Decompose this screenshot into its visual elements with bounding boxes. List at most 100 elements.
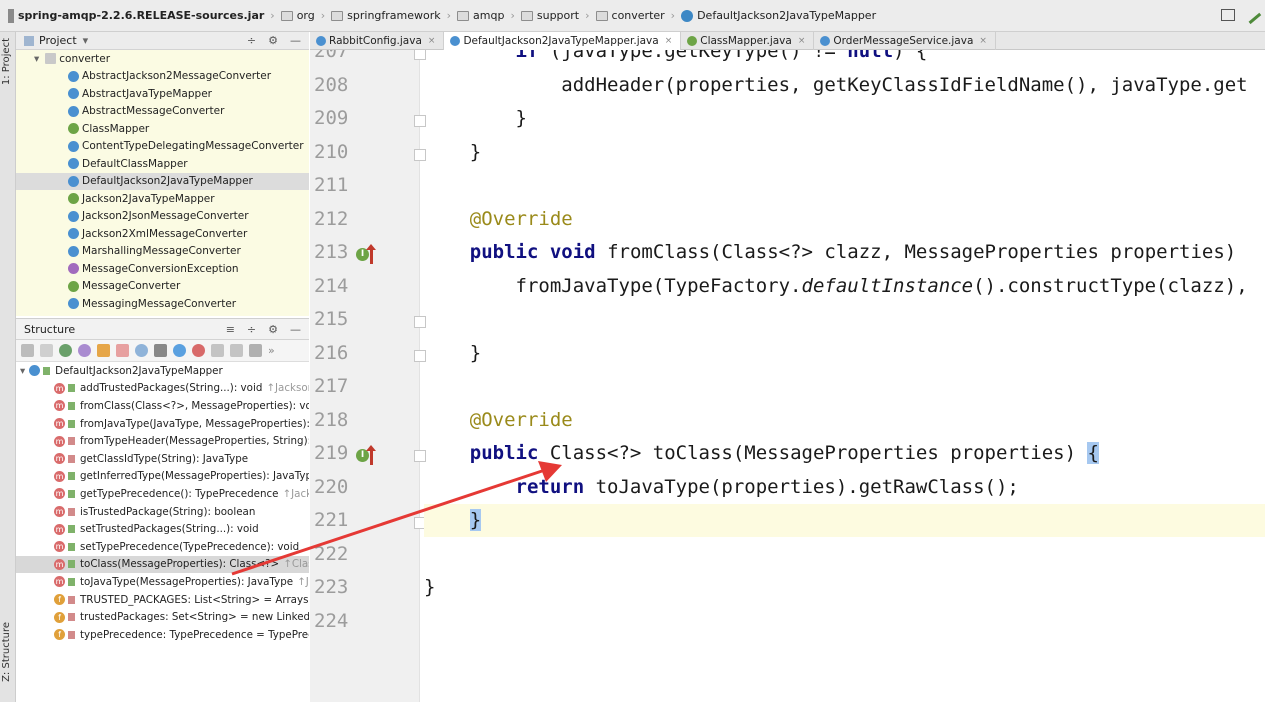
show-anonymous-icon[interactable] [173, 344, 186, 357]
editor-tab[interactable]: OrderMessageService.java × [814, 32, 996, 50]
chevron-down-icon[interactable]: ▾ [34, 53, 39, 65]
editor-tab[interactable]: DefaultJackson2JavaTypeMapper.java × [444, 32, 682, 50]
code-line[interactable]: @Override [424, 404, 573, 437]
structure-item[interactable]: m toClass(MessageProperties): Class<?> ↑Cl… [16, 555, 309, 574]
arrow-up-icon[interactable] [366, 445, 376, 465]
structure-item[interactable]: m setTrustedPackages(String...): void [16, 520, 309, 538]
code-area[interactable]: if (javaType.getKeyType() != null) { add… [424, 50, 1265, 702]
project-tree-item[interactable]: MessageConverter [16, 278, 309, 296]
structure-item[interactable]: m addTrustedPackages(String...): void ↑Jac… [16, 380, 309, 398]
code-line[interactable]: if (javaType.getKeyType() != null) { [424, 50, 928, 68]
tree-folder-converter[interactable]: ▾ converter [16, 50, 309, 68]
project-tree-item[interactable]: AbstractJackson2MessageConverter [16, 68, 309, 86]
code-line[interactable]: addHeader(properties, getKeyClassIdField… [424, 69, 1247, 102]
code-line[interactable]: public void fromClass(Class<?> clazz, Me… [424, 236, 1236, 269]
structure-item[interactable]: m fromClass(Class<?>, MessageProperties):… [16, 397, 309, 415]
code-editor[interactable]: 207 208 209 210 211 212 213 I 214 215 216 217 218 219… [310, 50, 1265, 702]
sort-visibility-icon[interactable] [40, 344, 53, 357]
show-non-public-icon[interactable] [116, 344, 129, 357]
editor-gutter: 207 208 209 210 211 212 213 I 214 215 216 217 218 219… [310, 50, 426, 702]
screen-icon[interactable] [1221, 9, 1235, 21]
autoscroll-icon[interactable] [249, 344, 262, 357]
editor-tab[interactable]: RabbitConfig.java × [310, 32, 445, 50]
code-line[interactable]: @Override [424, 203, 573, 236]
structure-item[interactable]: m getTypePrecedence(): TypePrecedence ↑Jac… [16, 485, 309, 503]
structure-item[interactable]: m fromJavaType(JavaType, MessagePropertie… [16, 415, 309, 433]
project-tree-item[interactable]: Jackson2XmlMessageConverter [16, 225, 309, 243]
code-line[interactable]: } [424, 337, 481, 370]
tree-item-label: Jackson2JavaTypeMapper [82, 192, 215, 205]
structure-item[interactable]: m isTrustedPackage(String): boolean [16, 503, 309, 521]
code-line[interactable]: } [424, 136, 481, 169]
arrow-up-icon[interactable] [366, 244, 376, 264]
minimize-icon[interactable]: — [290, 323, 301, 336]
code-line[interactable]: fromJavaType(TypeFactory.defaultInstance… [424, 270, 1248, 303]
jar-icon [8, 8, 14, 23]
structure-tool-button[interactable]: Z: Structure [1, 622, 12, 682]
structure-item[interactable]: m fromTypeHeader(MessageProperties, Strin… [16, 432, 309, 450]
breadcrumb-org[interactable]: org [277, 0, 319, 32]
close-icon[interactable]: × [428, 36, 436, 46]
line-number: 212 [314, 207, 349, 230]
expand-all-icon[interactable]: ≡ [226, 323, 235, 336]
filter-icon[interactable] [154, 344, 167, 357]
structure-item[interactable]: f trustedPackages: Set<String> = new Link… [16, 608, 309, 626]
breadcrumb-amqp[interactable]: amqp [453, 0, 508, 32]
project-tool-button[interactable]: 1: Project [1, 38, 12, 85]
structure-item[interactable]: f TRUSTED_PACKAGES: List<String> = Arrays… [16, 591, 309, 609]
project-tree-item[interactable]: MessageConversionException [16, 260, 309, 278]
code-line[interactable]: return toJavaType(properties).getRawClas… [424, 471, 1019, 504]
collapse-all-icon[interactable]: ÷ [247, 34, 256, 47]
collapse-icon[interactable] [230, 344, 243, 357]
project-panel-title[interactable]: Project [39, 34, 77, 47]
class-icon [68, 105, 79, 117]
close-icon[interactable]: × [798, 36, 806, 46]
chevron-down-icon[interactable]: ▾ [20, 365, 25, 377]
project-tree-item[interactable]: ClassMapper [16, 120, 309, 138]
structure-item[interactable]: m toJavaType(MessageProperties): JavaType… [16, 573, 309, 591]
show-properties-icon[interactable] [78, 344, 91, 357]
breadcrumb-support[interactable]: support [517, 0, 583, 32]
project-tree-item[interactable]: ContentTypeDelegatingMessageConverter [16, 138, 309, 156]
project-tree-item[interactable]: DefaultJackson2JavaTypeMapper [16, 172, 309, 190]
project-tree-item[interactable]: DefaultClassMapper [16, 155, 309, 173]
editor-tab[interactable]: ClassMapper.java × [681, 32, 815, 50]
project-tree-item[interactable]: MessagingMessageConverter [16, 295, 309, 313]
sort-alpha-icon[interactable] [21, 344, 34, 357]
project-tree-item[interactable]: Jackson2JavaTypeMapper [16, 190, 309, 208]
show-lambda-icon[interactable] [192, 344, 205, 357]
show-fields-icon[interactable] [97, 344, 110, 357]
code-line[interactable]: } [424, 102, 527, 135]
breadcrumb-springframework[interactable]: springframework [327, 0, 444, 32]
show-lambdas-icon[interactable] [135, 344, 148, 357]
gear-icon[interactable]: ⚙ [268, 34, 278, 47]
structure-item[interactable]: m getClassIdType(String): JavaType [16, 450, 309, 468]
breadcrumb-class[interactable]: DefaultJackson2JavaTypeMapper [677, 0, 880, 32]
line-number: 217 [314, 375, 349, 397]
more-icon[interactable]: » [268, 344, 278, 357]
project-tree-item[interactable]: AbstractMessageConverter [16, 103, 309, 121]
gear-icon[interactable]: ⚙ [268, 323, 278, 336]
breadcrumb-converter[interactable]: converter [592, 0, 669, 32]
close-icon[interactable]: × [979, 36, 987, 46]
minimize-icon[interactable]: — [290, 34, 301, 47]
structure-item[interactable]: m getInferredType(MessageProperties): Jav… [16, 468, 309, 486]
breadcrumb-jar[interactable]: spring-amqp-2.2.6.RELEASE-sources.jar [4, 0, 268, 32]
build-hammer-icon[interactable] [1242, 5, 1262, 25]
structure-item[interactable]: m setTypePrecedence(TypePrecedence): void [16, 538, 309, 556]
chevron-down-icon[interactable]: ▾ [83, 34, 89, 47]
method-icon: m [54, 576, 65, 588]
code-line[interactable]: } [424, 504, 482, 537]
breadcrumb-separator: › [510, 9, 515, 22]
collapse-all-icon[interactable]: ÷ [247, 323, 256, 336]
project-tree-item[interactable]: Jackson2JsonMessageConverter [16, 208, 309, 226]
structure-root[interactable]: ▾ DefaultJackson2JavaTypeMapper [16, 362, 309, 380]
project-tree-item[interactable]: AbstractJavaTypeMapper [16, 85, 309, 103]
close-icon[interactable]: × [665, 36, 673, 46]
project-tree-item[interactable]: MarshallingMessageConverter [16, 243, 309, 261]
code-line[interactable]: } [424, 571, 435, 604]
structure-item[interactable]: f typePrecedence: TypePrecedence = TypePr… [16, 626, 309, 644]
expand-icon[interactable] [211, 344, 224, 357]
code-line[interactable]: public Class<?> toClass(MessagePropertie… [424, 437, 1099, 470]
show-inherited-icon[interactable] [59, 344, 72, 357]
